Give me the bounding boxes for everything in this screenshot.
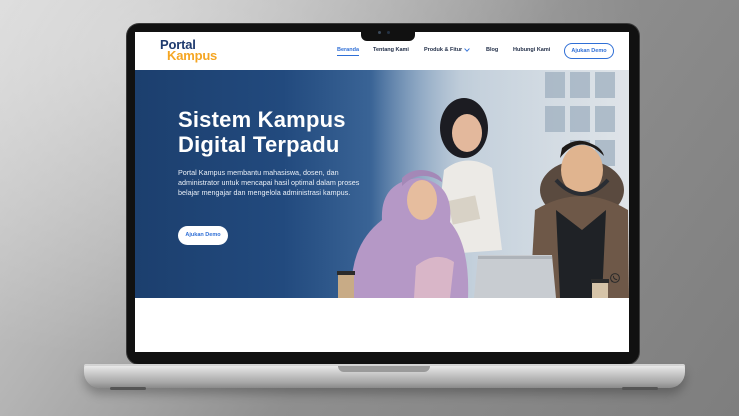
hero-students-photo <box>337 70 629 298</box>
nav-item-blog[interactable]: Blog <box>486 47 498 53</box>
whatsapp-icon[interactable] <box>609 272 621 284</box>
laptop-thumb-notch <box>338 366 430 372</box>
nav-demo-button[interactable]: Ajukan Demo <box>564 43 614 59</box>
hero-title: Sistem Kampus Digital Terpadu <box>178 107 398 157</box>
website-screen: Portal Kampus Beranda Tentang Kami Produ… <box>135 32 629 352</box>
hero-description: Portal Kampus membantu mahasiswa, dosen,… <box>178 168 360 198</box>
hero-demo-button[interactable]: Ajukan Demo <box>178 226 228 245</box>
nav-item-tentang-kami[interactable]: Tentang Kami <box>373 47 409 53</box>
laptop-foot-left <box>110 387 146 390</box>
laptop-foot-right <box>622 387 658 390</box>
nav-item-hubungi-kami[interactable]: Hubungi Kami <box>513 47 550 53</box>
hero-title-line-2: Digital Terpadu <box>178 132 340 157</box>
camera-lens <box>387 31 390 34</box>
camera-sensor <box>378 31 381 34</box>
nav-item-produk-fitur[interactable]: Produk & Fitur <box>424 47 462 53</box>
nav-item-beranda[interactable]: Beranda <box>337 47 359 53</box>
logo-kampus: Kampus <box>167 48 218 63</box>
hero-section: Sistem Kampus Digital Terpadu Portal Kam… <box>135 70 629 298</box>
content-below-hero <box>135 298 629 352</box>
nav-active-underline <box>337 55 359 56</box>
chevron-down-icon[interactable] <box>464 47 470 53</box>
logo[interactable]: Portal Kampus <box>160 38 218 63</box>
camera-notch <box>361 25 415 41</box>
hero-title-line-1: Sistem Kampus <box>178 107 346 132</box>
